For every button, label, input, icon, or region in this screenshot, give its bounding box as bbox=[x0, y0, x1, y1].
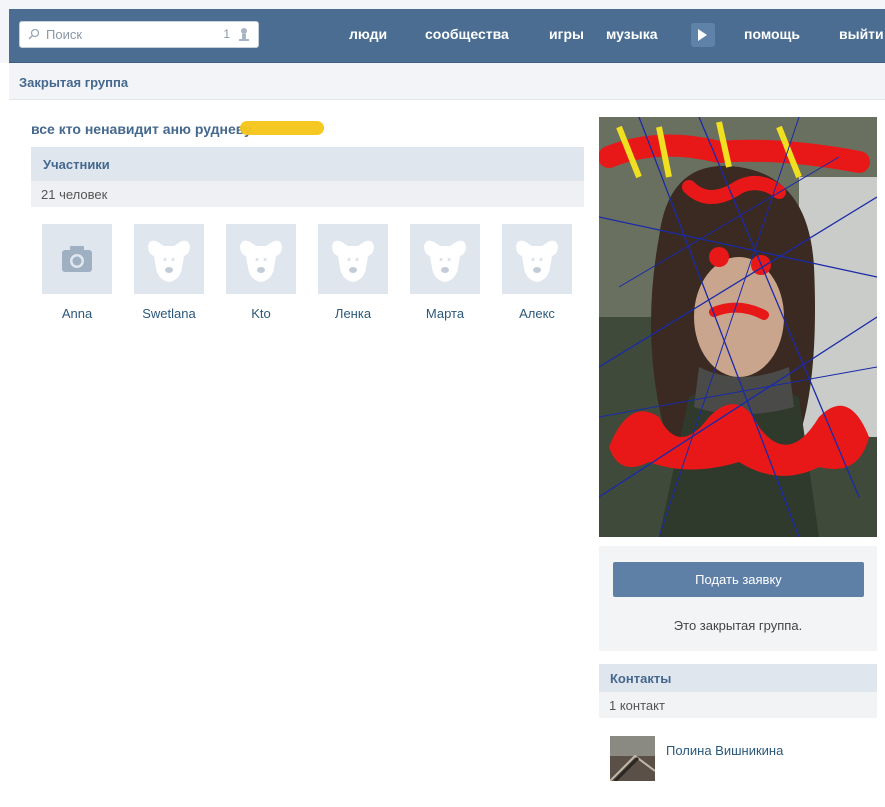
member-name[interactable]: Kto bbox=[225, 306, 297, 321]
member-name[interactable]: Алекс bbox=[501, 306, 573, 321]
members-count: 21 человек bbox=[41, 187, 108, 202]
deactivated-dog-icon: × × bbox=[516, 240, 558, 282]
contacts-count: 1 контакт bbox=[609, 698, 665, 713]
member-avatar[interactable]: × × bbox=[410, 224, 480, 294]
page: Поиск 1 люди сообщества игры музыка помо… bbox=[0, 0, 885, 807]
search-input[interactable]: Поиск bbox=[46, 27, 82, 42]
member-item[interactable]: × × Марта bbox=[409, 224, 481, 321]
svg-text:×: × bbox=[171, 257, 175, 264]
closed-group-note: Это закрытая группа. bbox=[673, 618, 803, 633]
member-item[interactable]: × × Swetlana bbox=[133, 224, 205, 321]
member-name[interactable]: Ленка bbox=[317, 306, 389, 321]
contacts-header[interactable]: Контакты bbox=[599, 664, 877, 692]
nav-music[interactable]: музыка bbox=[606, 26, 657, 42]
search-result-count: 1 bbox=[223, 27, 230, 41]
music-play-button[interactable] bbox=[691, 23, 715, 47]
group-type-title: Закрытая группа bbox=[19, 75, 129, 90]
search-icon bbox=[28, 28, 40, 40]
apply-button[interactable]: Подать заявку bbox=[613, 562, 864, 597]
group-photo[interactable] bbox=[599, 117, 877, 537]
member-avatar[interactable]: × × bbox=[226, 224, 296, 294]
svg-text:×: × bbox=[531, 257, 535, 264]
search-field[interactable]: Поиск 1 bbox=[19, 21, 259, 48]
member-name[interactable]: Марта bbox=[409, 306, 481, 321]
group-photo-image bbox=[599, 117, 877, 537]
deactivated-dog-icon: × × bbox=[424, 240, 466, 282]
svg-text:×: × bbox=[347, 257, 351, 264]
contacts-count-bar: 1 контакт bbox=[599, 692, 877, 718]
redaction-scribble bbox=[240, 121, 324, 135]
apply-box: Подать заявку Это закрытая группа. bbox=[599, 546, 877, 651]
nav-games[interactable]: игры bbox=[549, 26, 584, 42]
nav-logout[interactable]: выйти bbox=[839, 26, 884, 42]
member-item[interactable]: Anna bbox=[41, 224, 113, 321]
members-title: Участники bbox=[43, 157, 110, 172]
group-type-bar: Закрытая группа bbox=[9, 63, 885, 100]
contacts-title: Контакты bbox=[610, 671, 672, 686]
nav-people[interactable]: люди bbox=[349, 26, 387, 42]
top-navigation-bar: Поиск 1 люди сообщества игры музыка помо… bbox=[9, 9, 885, 63]
members-header[interactable]: Участники bbox=[31, 147, 584, 181]
member-name[interactable]: Anna bbox=[41, 306, 113, 321]
nav-help[interactable]: помощь bbox=[744, 26, 800, 42]
svg-text:×: × bbox=[355, 257, 359, 264]
member-item[interactable]: × × Kto bbox=[225, 224, 297, 321]
group-name: все кто ненавидит аню рудневу bbox=[31, 121, 252, 137]
header: Поиск 1 люди сообщества игры музыка помо… bbox=[0, 0, 885, 63]
svg-text:×: × bbox=[163, 257, 167, 264]
member-avatar[interactable]: × × bbox=[502, 224, 572, 294]
contact-name[interactable]: Полина Вишникина bbox=[666, 743, 783, 758]
member-item[interactable]: × × Ленка bbox=[317, 224, 389, 321]
nav-communities[interactable]: сообщества bbox=[425, 26, 509, 42]
member-avatar[interactable]: × × bbox=[318, 224, 388, 294]
play-icon bbox=[698, 29, 707, 41]
contact-avatar[interactable] bbox=[610, 736, 655, 781]
svg-text:×: × bbox=[539, 257, 543, 264]
member-name[interactable]: Swetlana bbox=[133, 306, 205, 321]
member-item[interactable]: × × Алекс bbox=[501, 224, 573, 321]
deactivated-dog-icon: × × bbox=[332, 240, 374, 282]
svg-text:×: × bbox=[263, 257, 267, 264]
members-count-bar: 21 человек bbox=[31, 181, 584, 207]
svg-text:×: × bbox=[255, 257, 259, 264]
svg-text:×: × bbox=[447, 257, 451, 264]
member-avatar[interactable] bbox=[42, 224, 112, 294]
user-icon bbox=[239, 28, 249, 41]
deactivated-dog-icon: × × bbox=[148, 240, 190, 282]
camera-icon bbox=[62, 246, 92, 272]
member-avatar[interactable]: × × bbox=[134, 224, 204, 294]
deactivated-dog-icon: × × bbox=[240, 240, 282, 282]
svg-text:×: × bbox=[439, 257, 443, 264]
contact-avatar-image bbox=[610, 736, 655, 781]
contact-item[interactable]: Полина Вишникина bbox=[599, 725, 877, 785]
